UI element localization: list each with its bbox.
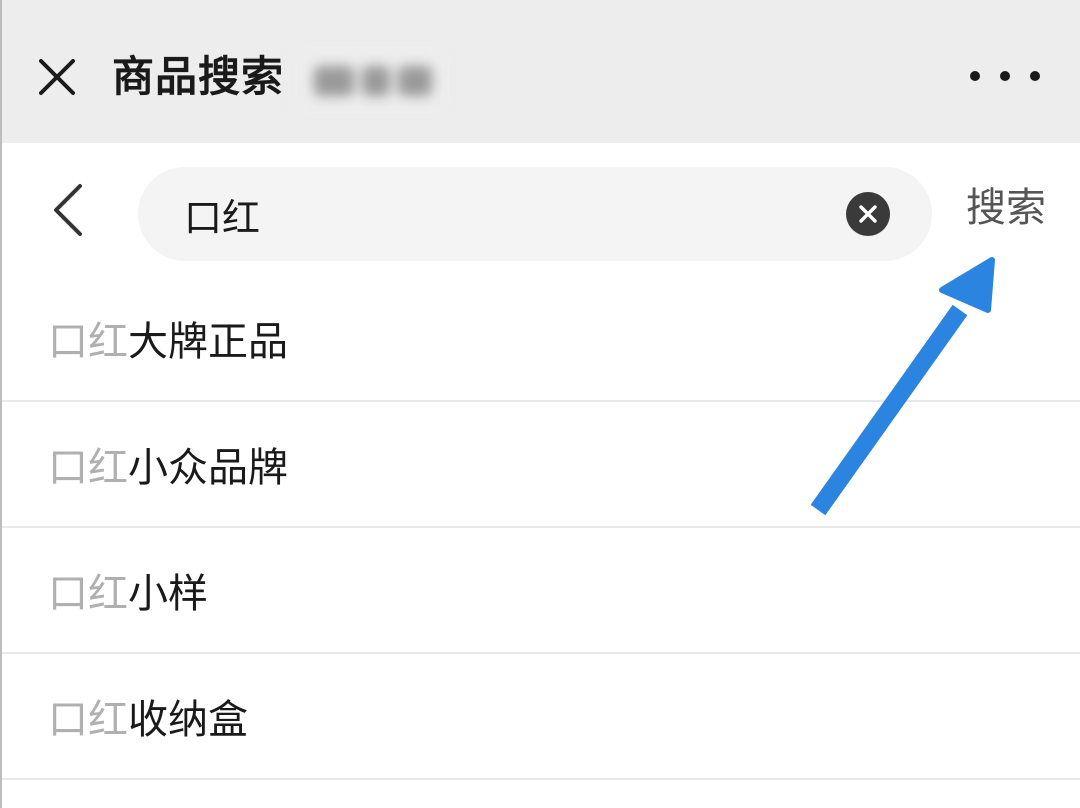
suggestion-item[interactable]: 口红 大牌正品 bbox=[2, 276, 1080, 402]
clear-circle-icon[interactable] bbox=[846, 192, 890, 236]
suggestion-rest: 小众品牌 bbox=[128, 445, 288, 491]
suggestion-item[interactable]: 口红 小众品牌 bbox=[2, 402, 1080, 528]
suggestion-rest: 收纳盒 bbox=[128, 697, 248, 743]
search-input[interactable] bbox=[184, 179, 824, 249]
title-bar: 商品搜索 bbox=[2, 0, 1080, 143]
clear-x-glyph bbox=[859, 205, 877, 223]
suggestion-rest: 大牌正品 bbox=[128, 319, 288, 365]
search-button[interactable]: 搜索 bbox=[966, 180, 1046, 236]
suggestion-match: 口红 bbox=[48, 571, 128, 617]
suggestion-match: 口红 bbox=[48, 697, 128, 743]
chevron-left-icon[interactable] bbox=[42, 178, 98, 242]
more-dot bbox=[1030, 71, 1040, 81]
suggestion-rest: 小样 bbox=[128, 571, 208, 617]
page-title: 商品搜索 bbox=[112, 52, 285, 101]
suggestion-item[interactable]: 口红 收纳盒 bbox=[2, 654, 1080, 780]
suggestion-match: 口红 bbox=[48, 319, 128, 365]
more-icon[interactable] bbox=[970, 56, 1040, 96]
suggestion-list: 口红 大牌正品 口红 小众品牌 口红 小样 口红 收纳盒 bbox=[2, 276, 1080, 780]
redacted-shop-name bbox=[294, 52, 444, 108]
more-dot bbox=[1000, 71, 1010, 81]
suggestion-item[interactable]: 口红 小样 bbox=[2, 528, 1080, 654]
suggestion-match: 口红 bbox=[48, 445, 128, 491]
close-icon[interactable] bbox=[30, 50, 84, 104]
more-dot bbox=[970, 71, 980, 81]
search-box bbox=[138, 167, 932, 261]
app-frame: 商品搜索 搜索 口红大牌正品 口红小众品牌 bbox=[0, 0, 1080, 808]
